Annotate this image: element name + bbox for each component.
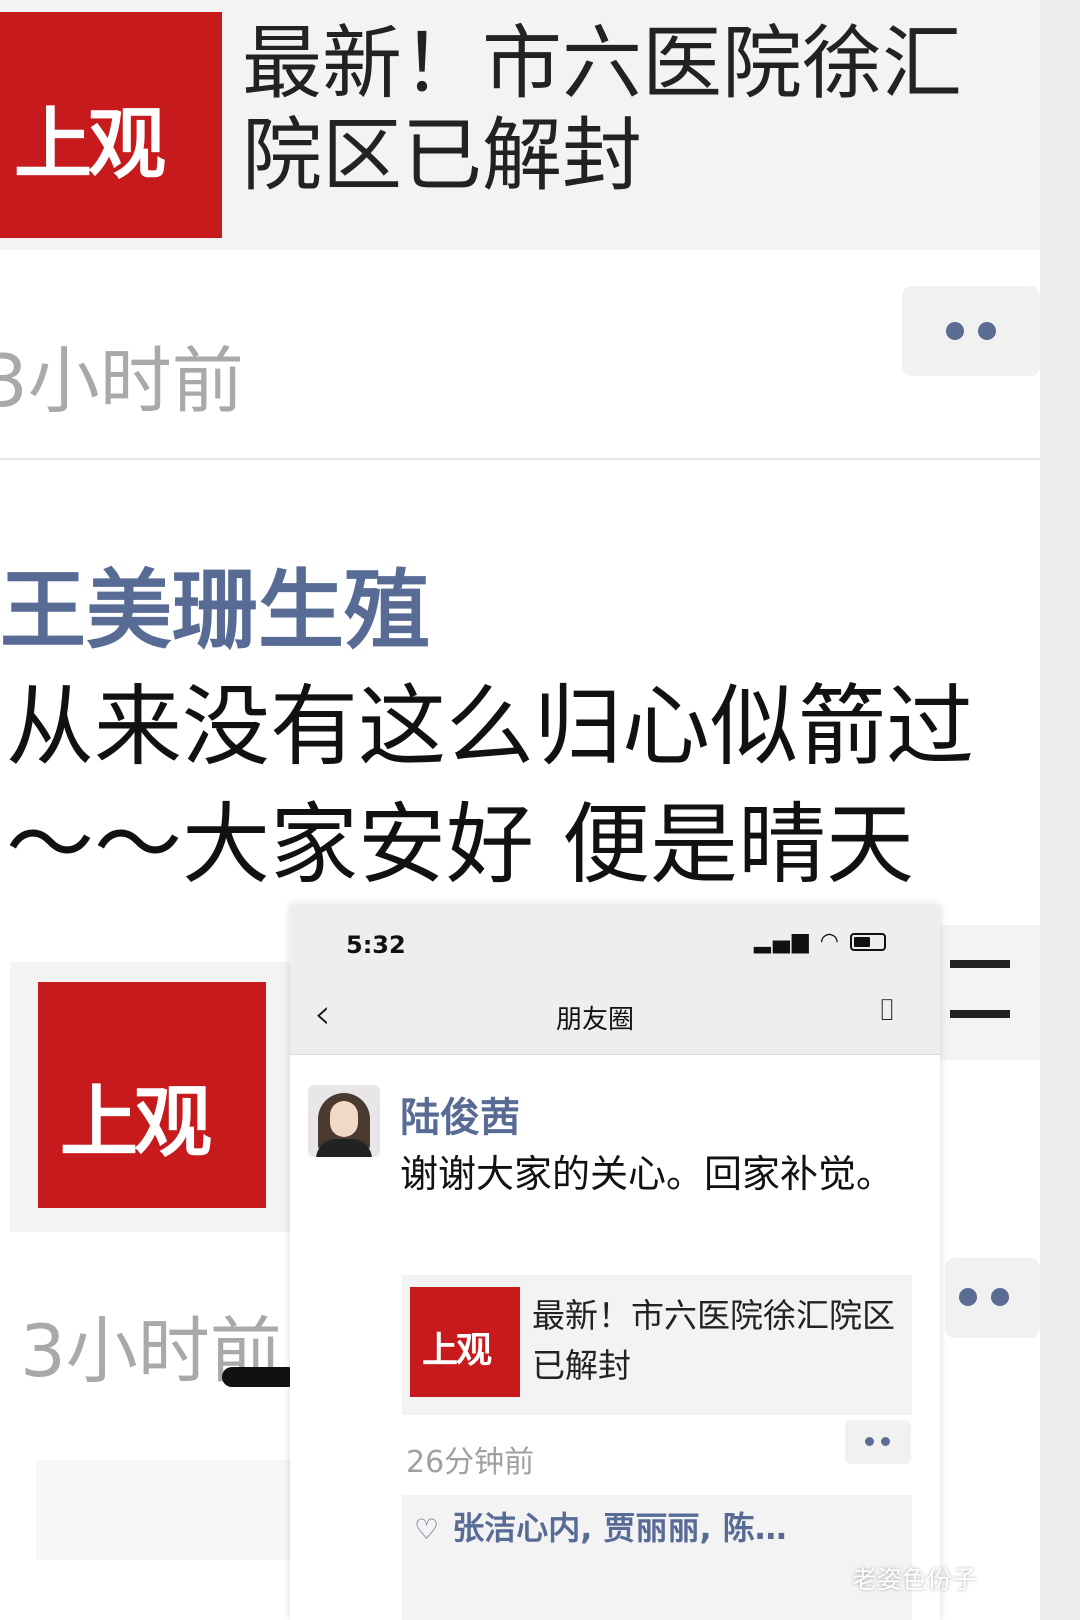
dot-icon	[991, 1288, 1009, 1306]
shangguan-logo: 上观	[38, 982, 266, 1208]
likes-names[interactable]: 张洁心内, 贾丽丽, 陈…	[452, 1509, 787, 1547]
nav-title: 朋友圈	[555, 1005, 634, 1035]
shared-link-card[interactable]: 上观 最新！市六医院徐汇院区已解封	[402, 1275, 912, 1415]
bg-link-title-fragment	[940, 925, 1040, 1060]
post-text: 谢谢大家的关心。回家补觉。	[400, 1152, 895, 1196]
camera-icon[interactable]: ⌷	[878, 993, 896, 1028]
logo-text: 上观	[422, 1329, 492, 1371]
bg-post-author[interactable]: 王美珊生殖	[0, 540, 430, 665]
bg-more-button-2[interactable]	[945, 1258, 1040, 1338]
avatar[interactable]	[308, 1085, 380, 1157]
status-bar: 5:32 ▂▄▆ ◠	[290, 905, 940, 975]
nav-bar: ‹ 朋友圈 ⌷	[290, 975, 940, 1055]
more-button[interactable]	[845, 1420, 911, 1464]
dot-icon	[959, 1288, 977, 1306]
bg-card-fragment	[36, 1460, 296, 1560]
battery-icon	[850, 933, 886, 951]
shangguan-logo: 上观	[410, 1287, 520, 1397]
logo-text: 上观	[14, 99, 166, 190]
dot-icon	[865, 1437, 874, 1446]
shangguan-logo: 上观	[0, 12, 222, 238]
bg-post-text: 从来没有这么归心似箭过～～大家安好 便是晴天	[6, 675, 975, 896]
dot-icon	[946, 322, 964, 340]
bg-text-fragment	[950, 1010, 1010, 1018]
dot-icon	[978, 322, 996, 340]
heart-icon: ♡	[414, 1513, 440, 1546]
status-time: 5:32	[346, 931, 406, 959]
bg-link-title: 最新！市六医院徐汇院区已解封	[242, 17, 962, 202]
bg-shared-link-card[interactable]: 上观 最新！市六医院徐汇院区已解封	[0, 0, 1040, 250]
bg-text-fragment	[950, 960, 1010, 968]
post-author[interactable]: 陆俊茜	[400, 1085, 520, 1143]
moments-screenshot: 5:32 ▂▄▆ ◠ ‹ 朋友圈 ⌷ 陆俊茜 谢谢大家的关心。回家补觉。 上观 …	[290, 905, 940, 1620]
bg-shared-link-card-2[interactable]: 上观	[10, 962, 290, 1232]
status-icons: ▂▄▆ ◠	[754, 929, 886, 954]
divider	[0, 458, 1040, 460]
bg-post-time: 3小时前	[0, 339, 244, 423]
watermark: 老姿色份子	[852, 1565, 978, 1594]
post-time: 26分钟前	[406, 1445, 535, 1480]
link-title: 最新！市六医院徐汇院区已解封	[532, 1296, 895, 1385]
wifi-icon: ◠	[819, 929, 841, 954]
logo-text: 上观	[60, 1077, 212, 1168]
bg-more-button[interactable]	[902, 286, 1040, 376]
signal-icon: ▂▄▆	[754, 929, 811, 954]
likes-section: ♡ 张洁心内, 贾丽丽, 陈…	[402, 1495, 912, 1620]
dot-icon	[881, 1437, 890, 1446]
bg-text-fragment	[222, 1367, 298, 1387]
